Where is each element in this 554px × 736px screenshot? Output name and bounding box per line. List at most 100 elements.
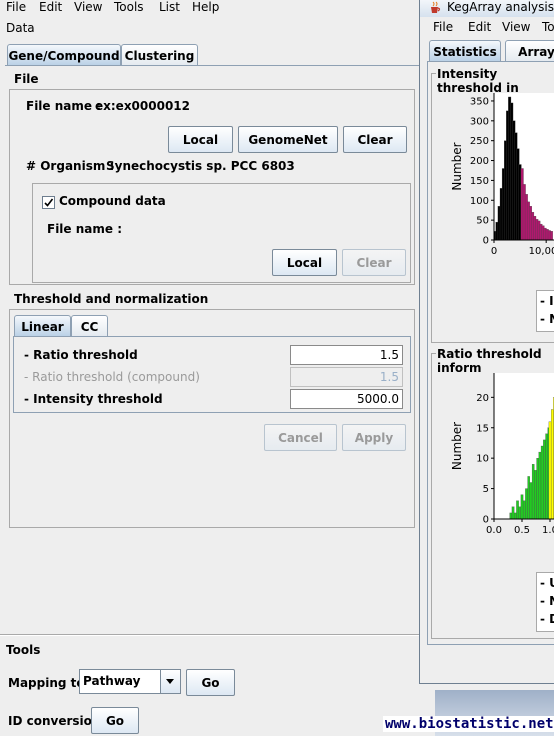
y-tick-label: 350 [470,96,489,107]
ratio-legend: - Up - N - D [536,572,554,632]
compound-checkbox[interactable] [42,196,55,209]
organism-value: Synechocystis sp. PCC 6803 [106,159,295,173]
y-axis-label: Number [450,422,464,470]
file-name-value: ex:ex0000012 [95,99,191,113]
compound-clear-button[interactable]: Clear [342,249,406,276]
watermark: www.biostatistic.net [383,716,554,732]
histogram-bar [549,231,553,241]
cancel-button[interactable]: Cancel [264,424,337,451]
file-name-label: File name : [26,99,101,113]
mapping-go-button[interactable]: Go [186,669,235,696]
analysis-menu-view[interactable]: View [502,20,530,35]
y-tick-label: 10 [476,454,489,465]
local-button[interactable]: Local [168,126,233,153]
analysis-title-bar[interactable]: KegArray analysis [420,0,554,17]
analysis-menu-edit[interactable]: Edit [468,20,491,35]
x-tick-label: 0.5 [514,525,530,536]
ratio-histogram: 0 5 10 15 20 0.0 0.5 1.0 Number [450,373,554,536]
tab-cc[interactable]: CC [71,315,108,337]
y-tick-label: 200 [470,156,489,167]
tab-linear[interactable]: Linear [14,315,71,337]
organism-label: # Organism : [26,159,115,173]
compound-checkbox-label[interactable]: Compound data [59,194,166,208]
x-tick-label: 0 [491,246,497,257]
histogram-bar [525,488,528,520]
histogram-bar [540,445,544,520]
chevron-down-icon [166,679,174,684]
ratio-threshold-compound-label: - Ratio threshold (compound) [24,370,200,384]
histogram-bar [550,409,554,520]
ratio-legend-item: - D [540,612,554,626]
menu-help[interactable]: Help [192,0,219,15]
tools-title: Tools [6,643,41,657]
y-tick-label: 20 [476,393,489,404]
compound-local-button[interactable]: Local [272,249,337,276]
checkmark-icon [44,198,54,207]
y-tick-label: 300 [470,116,489,127]
histogram-bar [522,500,526,520]
ratio-threshold-compound-input[interactable]: 1.5 [290,367,403,387]
y-axis-label: Number [450,142,464,190]
histogram-bar [543,439,546,520]
intensity-threshold-input[interactable]: 5000.0 [290,389,403,409]
histogram-bar [509,512,513,520]
menu-view[interactable]: View [74,0,102,15]
histogram-bar [534,470,537,520]
main-window: File Edit View Tools List Help Data Gene… [0,0,421,736]
y-tick-label: 100 [470,196,489,207]
mapping-label: Mapping to [8,676,85,690]
y-tick-label: 250 [470,136,489,147]
java-cup-icon [431,1,441,13]
y-tick-label: 50 [476,216,489,227]
histogram-bar [545,433,548,520]
clear-button[interactable]: Clear [343,126,407,153]
intensity-legend-item: - N [540,312,554,326]
genomenet-button[interactable]: GenomeNet [238,126,338,153]
x-tick-label: 10,000 [529,246,554,257]
intensity-legend: - In - N [536,290,554,332]
menu-tools[interactable]: Tools [114,0,144,15]
tab-gene-compound[interactable]: Gene/Compound [7,44,121,66]
mapping-select-value: Pathway [83,674,141,688]
intensity-histogram: 0 50 100 150 200 250 300 350 0 10,000 Number [450,93,554,257]
analysis-menu-tools[interactable]: To [542,20,554,35]
data-heading: Data [6,21,35,35]
histogram-bar [531,464,535,520]
menu-bar: File Edit View Tools List Help [0,0,420,16]
y-tick-label: 15 [476,423,489,434]
tab-clustering[interactable]: Clustering [121,44,198,66]
y-tick-label: 0 [483,236,489,247]
compound-file-name-label: File name : [47,222,122,236]
apply-button[interactable]: Apply [342,424,406,451]
tab-statistics[interactable]: Statistics [429,40,501,62]
ratio-threshold-label: - Ratio threshold [24,348,138,362]
id-conversion-go-button[interactable]: Go [91,707,139,734]
analysis-window: KegArray analysis File Edit View To Stat… [419,0,554,684]
mapping-select[interactable]: Pathway [79,669,181,694]
x-tick-label: 1.0 [542,525,554,536]
analysis-window-title: KegArray analysis [447,0,554,14]
ratio-threshold-input[interactable]: 1.5 [290,345,403,365]
analysis-menu-file[interactable]: File [433,20,453,35]
menu-edit[interactable]: Edit [39,0,62,15]
histogram-bar [538,451,542,520]
histogram-bar [518,506,522,520]
intensity-legend-item: - In [540,294,554,308]
menu-list[interactable]: List [159,0,180,15]
tab-arrayim[interactable]: ArrayIm [505,40,554,62]
y-tick-label: 150 [470,176,489,187]
analysis-menu-bar: File Edit View To [420,20,554,36]
tab-content-border [5,65,421,66]
histogram-bar [516,500,519,520]
mapping-select-arrow[interactable] [160,670,180,693]
ratio-legend-item: - Up [540,576,554,590]
menu-file[interactable]: File [6,0,26,15]
histogram-bar [527,476,530,520]
histogram-bar [511,506,515,520]
histogram-bar [548,421,552,520]
x-tick-label: 0.0 [486,525,502,536]
histogram-bar [520,494,524,520]
histogram-bar [514,512,517,520]
file-section-title: File [14,72,39,86]
histogram-bar [529,482,533,520]
